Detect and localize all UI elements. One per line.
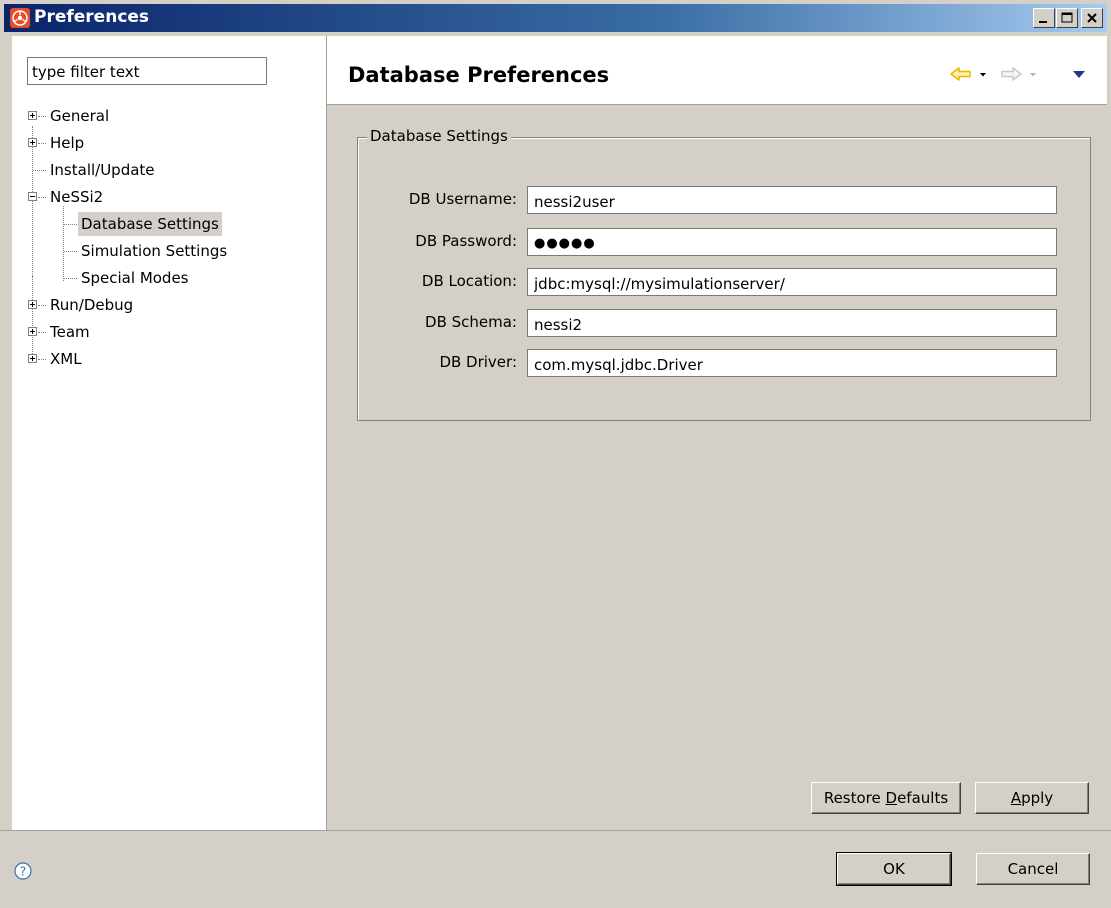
- preference-page: Database Preferences Database Settings D…: [327, 36, 1107, 830]
- db-schema-input[interactable]: [527, 309, 1057, 337]
- expand-icon[interactable]: [28, 354, 37, 363]
- field-db-driver: DB Driver:: [327, 349, 1057, 377]
- forward-arrow-icon: [1001, 67, 1022, 81]
- tree-item-label: Special Modes: [81, 269, 189, 287]
- expand-icon[interactable]: [28, 111, 37, 120]
- mnemonic: D: [885, 789, 898, 807]
- group-title: Database Settings: [367, 127, 511, 145]
- forward-dropdown-icon: [1030, 73, 1036, 77]
- tree-item-label: Simulation Settings: [81, 242, 228, 260]
- field-db-password: DB Password:: [327, 228, 1057, 256]
- help-icon[interactable]: ?: [14, 862, 32, 880]
- db-location-label: DB Location:: [421, 272, 517, 290]
- db-password-input[interactable]: [527, 228, 1057, 256]
- page-header: Database Preferences: [327, 36, 1107, 105]
- title-bar[interactable]: Preferences: [4, 4, 1107, 32]
- button-label: efaults: [897, 789, 949, 807]
- tree-item-label: Install/Update: [50, 161, 155, 179]
- dialog-button-bar: ? OK Cancel: [0, 830, 1111, 908]
- window-title: Preferences: [34, 7, 150, 27]
- db-password-label: DB Password:: [415, 232, 517, 250]
- db-schema-label: DB Schema:: [425, 313, 517, 331]
- svg-text:?: ?: [20, 865, 26, 879]
- tree-item-label: Run/Debug: [50, 296, 134, 314]
- filter-input[interactable]: [27, 57, 267, 85]
- preference-tree-panel: General Help Install/Update: [12, 36, 327, 830]
- minimize-icon: [1039, 21, 1047, 23]
- tree-item-install-update[interactable]: Install/Update: [12, 158, 326, 182]
- app-logo-icon: [10, 8, 30, 28]
- expand-icon[interactable]: [28, 327, 37, 336]
- db-driver-label: DB Driver:: [439, 353, 517, 371]
- field-db-schema: DB Schema:: [327, 309, 1057, 337]
- tree-item-simulation-settings[interactable]: Simulation Settings: [12, 239, 326, 263]
- tree-item-run-debug[interactable]: Run/Debug: [12, 293, 326, 317]
- close-button[interactable]: [1081, 8, 1103, 28]
- tree-item-nessi2[interactable]: NeSSi2: [12, 185, 326, 209]
- restore-defaults-button[interactable]: Restore Defaults: [811, 782, 961, 814]
- tree-item-label: Team: [50, 323, 90, 341]
- page-title: Database Preferences: [348, 63, 610, 87]
- expand-icon[interactable]: [28, 300, 37, 309]
- db-location-input[interactable]: [527, 268, 1057, 296]
- tree-item-special-modes[interactable]: Special Modes: [12, 266, 326, 290]
- db-driver-input[interactable]: [527, 349, 1057, 377]
- back-arrow-icon[interactable]: [949, 66, 973, 82]
- tree-item-label: NeSSi2: [50, 188, 104, 206]
- tree-item-label: XML: [50, 350, 82, 368]
- minimize-button[interactable]: [1033, 8, 1055, 28]
- expand-icon[interactable]: [28, 138, 37, 147]
- tree-item-database-settings[interactable]: Database Settings: [12, 212, 326, 236]
- tree-item-label: Help: [50, 134, 85, 152]
- ok-button[interactable]: OK: [836, 852, 952, 886]
- tree-item-label: General: [50, 107, 110, 125]
- tree-item-help[interactable]: Help: [12, 131, 326, 155]
- field-db-location: DB Location:: [327, 268, 1057, 296]
- cancel-button[interactable]: Cancel: [976, 853, 1090, 885]
- tree-item-team[interactable]: Team: [12, 320, 326, 344]
- tree-item-label: Database Settings: [78, 212, 222, 236]
- collapse-icon[interactable]: [28, 192, 37, 201]
- back-dropdown-icon[interactable]: [979, 72, 987, 78]
- mnemonic: A: [1010, 789, 1022, 807]
- apply-button[interactable]: Apply: [975, 782, 1089, 814]
- button-label: Restore: [823, 789, 886, 807]
- maximize-icon: [1061, 12, 1073, 23]
- close-icon: [1087, 13, 1097, 23]
- tree-item-general[interactable]: General: [12, 104, 326, 128]
- db-username-label: DB Username:: [408, 190, 517, 208]
- field-db-username: DB Username:: [327, 186, 1057, 214]
- tree-item-xml[interactable]: XML: [12, 347, 326, 371]
- view-menu-icon[interactable]: [1072, 70, 1086, 79]
- maximize-button[interactable]: [1056, 8, 1078, 28]
- preferences-window: Preferences General: [0, 0, 1111, 908]
- button-label: pply: [1021, 789, 1054, 807]
- db-username-input[interactable]: [527, 186, 1057, 214]
